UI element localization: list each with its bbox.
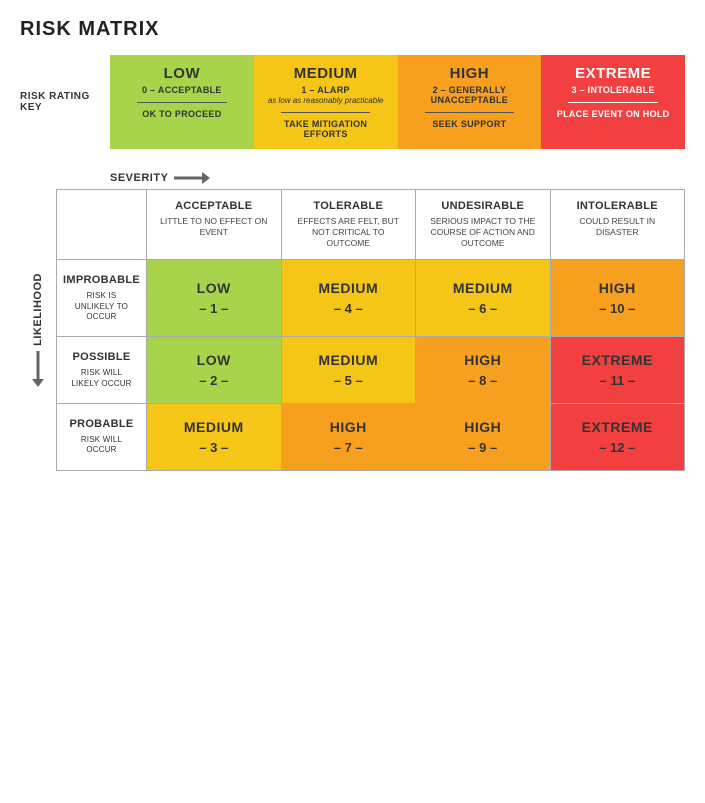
cell-rating-probable-2: HIGH <box>464 419 501 435</box>
cell-rating-improbable-1: MEDIUM <box>318 280 378 296</box>
matrix-header-cell-sub-1: EFFECTS ARE FELT, BUT NOT CRITICAL TO OU… <box>290 216 408 249</box>
matrix-header-cell-3: INTOLERABLE COULD RESULT IN DISASTER <box>551 190 685 260</box>
cell-rating-improbable-0: LOW <box>197 280 231 296</box>
rating-box-divider-extreme <box>568 102 657 103</box>
rating-box-sub-high: 2 – GENERALLY UNACCEPTABLE <box>406 85 534 105</box>
rating-box-sub-medium: 1 – ALARP <box>301 85 349 95</box>
rating-box-extreme: EXTREME 3 – INTOLERABLE PLACE EVENT ON HOL… <box>541 55 685 149</box>
rating-box-title-high: HIGH <box>450 65 490 82</box>
rating-box-action-high: SEEK SUPPORT <box>432 119 506 129</box>
cell-rating-improbable-2: MEDIUM <box>453 280 513 296</box>
matrix-data-row-possible: POSSIBLE RISK WILL LIKELY OCCUR LOW – 2 – ME… <box>57 337 684 404</box>
rating-box-action-medium: TAKE MITIGATION EFFORTS <box>262 119 390 139</box>
rating-box-divider-low <box>137 102 226 103</box>
rating-key-label: RISK RATING KEY <box>20 91 110 113</box>
row-label-probable: PROBABLE RISK WILL OCCUR <box>57 404 147 470</box>
likelihood-label: LIKELIHOOD <box>32 273 44 346</box>
likelihood-arrow-icon <box>31 351 45 387</box>
matrix-header-cell-sub-0: LITTLE TO NO EFFECT ON EVENT <box>155 216 273 238</box>
matrix-cell-possible-1: MEDIUM – 5 – <box>282 337 417 403</box>
header-spacer-cell <box>57 190 147 260</box>
matrix-cell-probable-2: HIGH – 9 – <box>416 404 551 470</box>
rating-box-high: HIGH 2 – GENERALLY UNACCEPTABLE SEEK SUPPO… <box>398 55 542 149</box>
rating-key-section: RISK RATING KEY LOW 0 – ACCEPTABLE OK TO P… <box>20 55 685 149</box>
matrix-cell-possible-0: LOW – 2 – <box>147 337 282 403</box>
matrix-cell-probable-0: MEDIUM – 3 – <box>147 404 282 470</box>
matrix-cell-probable-3: EXTREME – 12 – <box>551 404 685 470</box>
cell-number-improbable-3: – 10 – <box>599 301 635 316</box>
matrix-header-cell-title-3: INTOLERABLE <box>559 200 677 212</box>
matrix-header-cell-title-2: UNDESIRABLE <box>424 200 542 212</box>
row-label-title-improbable: IMPROBABLE <box>63 274 140 286</box>
rating-box-sub-italic-medium: as low as reasonably practicable <box>268 96 384 105</box>
cell-number-possible-0: – 2 – <box>199 373 228 388</box>
cell-number-possible-3: – 11 – <box>600 373 635 388</box>
row-label-sub-probable: RISK WILL OCCUR <box>67 435 136 456</box>
cell-number-improbable-1: – 4 – <box>334 301 363 316</box>
matrix-wrapper: LIKELIHOOD ACCEPTABLE LITTLE TO NO EFFECT… <box>20 189 685 471</box>
rating-box-action-low: OK TO PROCEED <box>142 109 221 119</box>
matrix-header-cell-0: ACCEPTABLE LITTLE TO NO EFFECT ON EVENT <box>147 190 282 260</box>
matrix-cell-probable-1: HIGH – 7 – <box>282 404 417 470</box>
cell-number-probable-0: – 3 – <box>199 440 228 455</box>
rating-box-sub-low: 0 – ACCEPTABLE <box>142 85 222 95</box>
row-label-sub-possible: RISK WILL LIKELY OCCUR <box>67 368 136 389</box>
cell-rating-possible-3: EXTREME <box>582 352 653 368</box>
row-label-sub-improbable: RISK IS UNLIKELY TO OCCUR <box>67 291 136 322</box>
rating-box-action-extreme: PLACE EVENT ON HOLD <box>557 109 670 119</box>
rating-box-divider-high <box>425 112 514 113</box>
page-title: RISK MATRIX <box>20 18 685 41</box>
matrix-header-cell-sub-3: COULD RESULT IN DISASTER <box>559 216 677 238</box>
matrix-data-row-probable: PROBABLE RISK WILL OCCUR MEDIUM – 3 – HIGH – … <box>57 404 684 470</box>
cell-rating-possible-1: MEDIUM <box>318 352 378 368</box>
cell-rating-probable-0: MEDIUM <box>184 419 244 435</box>
row-label-improbable: IMPROBABLE RISK IS UNLIKELY TO OCCUR <box>57 260 147 336</box>
cell-number-possible-2: – 8 – <box>468 373 497 388</box>
matrix-table: ACCEPTABLE LITTLE TO NO EFFECT ON EVENT TO… <box>56 189 685 471</box>
rating-box-divider-medium <box>281 112 370 113</box>
row-label-title-probable: PROBABLE <box>69 418 133 430</box>
cell-number-improbable-0: – 1 – <box>199 301 228 316</box>
row-label-possible: POSSIBLE RISK WILL LIKELY OCCUR <box>57 337 147 403</box>
severity-row: SEVERITY <box>110 171 685 185</box>
matrix-cell-improbable-1: MEDIUM – 4 – <box>282 260 417 336</box>
matrix-header-cell-1: TOLERABLE EFFECTS ARE FELT, BUT NOT CRITI… <box>282 190 417 260</box>
cell-number-probable-3: – 12 – <box>599 440 635 455</box>
severity-arrow-icon <box>174 171 210 185</box>
rating-box-title-extreme: EXTREME <box>575 65 651 82</box>
cell-number-possible-1: – 5 – <box>334 373 363 388</box>
cell-number-improbable-2: – 6 – <box>468 301 497 316</box>
rating-box-medium: MEDIUM 1 – ALARPas low as reasonably prac… <box>254 55 398 149</box>
rating-key-boxes: LOW 0 – ACCEPTABLE OK TO PROCEED MEDIUM 1 – … <box>110 55 685 149</box>
cell-rating-improbable-3: HIGH <box>599 280 636 296</box>
cell-rating-probable-1: HIGH <box>330 419 367 435</box>
cell-number-probable-2: – 9 – <box>468 440 497 455</box>
likelihood-label-group: LIKELIHOOD <box>31 273 45 388</box>
rating-box-sub-extreme: 3 – INTOLERABLE <box>571 85 654 95</box>
likelihood-label-area: LIKELIHOOD <box>20 189 56 471</box>
matrix-section: SEVERITY LIKELIHOOD ACCEPTABLE LITTLE TO … <box>20 171 685 471</box>
matrix-data-row-improbable: IMPROBABLE RISK IS UNLIKELY TO OCCUR LOW – … <box>57 260 684 337</box>
rating-box-title-medium: MEDIUM <box>294 65 358 82</box>
matrix-header-cell-2: UNDESIRABLE SERIOUS IMPACT TO THE COURSE … <box>416 190 551 260</box>
matrix-header-cell-sub-2: SERIOUS IMPACT TO THE COURSE OF ACTION A… <box>424 216 542 249</box>
matrix-header-row: ACCEPTABLE LITTLE TO NO EFFECT ON EVENT TO… <box>57 190 684 260</box>
matrix-cell-possible-3: EXTREME – 11 – <box>551 337 685 403</box>
matrix-body: IMPROBABLE RISK IS UNLIKELY TO OCCUR LOW – … <box>57 260 684 470</box>
matrix-header-cell-title-1: TOLERABLE <box>290 200 408 212</box>
cell-rating-possible-0: LOW <box>197 352 231 368</box>
matrix-cell-improbable-2: MEDIUM – 6 – <box>416 260 551 336</box>
matrix-header-cells: ACCEPTABLE LITTLE TO NO EFFECT ON EVENT TO… <box>147 190 684 260</box>
cell-rating-probable-3: EXTREME <box>582 419 653 435</box>
rating-box-low: LOW 0 – ACCEPTABLE OK TO PROCEED <box>110 55 254 149</box>
cell-number-probable-1: – 7 – <box>334 440 363 455</box>
matrix-cell-improbable-0: LOW – 1 – <box>147 260 282 336</box>
cell-rating-possible-2: HIGH <box>464 352 501 368</box>
matrix-cell-improbable-3: HIGH – 10 – <box>551 260 685 336</box>
matrix-header-cell-title-0: ACCEPTABLE <box>155 200 273 212</box>
rating-box-title-low: LOW <box>164 65 201 82</box>
severity-label: SEVERITY <box>110 172 168 184</box>
matrix-cell-possible-2: HIGH – 8 – <box>416 337 551 403</box>
row-label-title-possible: POSSIBLE <box>72 351 130 363</box>
